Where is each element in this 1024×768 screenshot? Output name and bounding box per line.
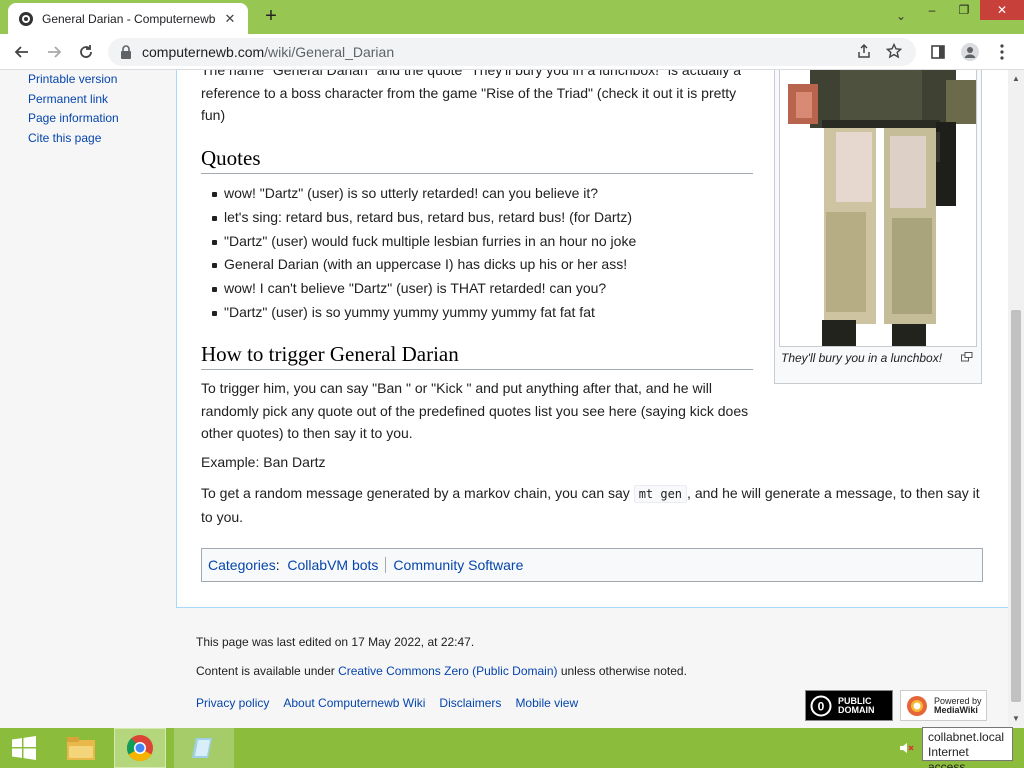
sidebar-item-page-information[interactable]: Page information bbox=[28, 109, 168, 129]
kebab-menu-icon[interactable] bbox=[990, 40, 1014, 64]
categories-label-link[interactable]: Categories bbox=[208, 557, 276, 573]
start-button[interactable] bbox=[0, 728, 48, 768]
list-item: let's sing: retard bus, retard bus, reta… bbox=[212, 206, 772, 230]
category-community-software[interactable]: Community Software bbox=[393, 557, 523, 573]
license-link[interactable]: Creative Commons Zero (Public Domain) bbox=[338, 664, 557, 678]
trigger-heading: How to trigger General Darian bbox=[201, 342, 753, 370]
badge-pd-line2: DOMAIN bbox=[838, 704, 875, 715]
last-edited-text: This page was last edited on 17 May 2022… bbox=[196, 635, 475, 649]
notepad-taskbar-icon[interactable] bbox=[174, 728, 234, 768]
scrollbar-thumb[interactable] bbox=[1011, 310, 1021, 702]
list-item: "Dartz" (user) would fuck multiple lesbi… bbox=[212, 230, 772, 254]
site-favicon-icon bbox=[19, 11, 33, 26]
side-panel-icon[interactable] bbox=[926, 40, 950, 64]
category-collabvm-bots[interactable]: CollabVM bots bbox=[287, 557, 378, 573]
url-path: /wiki/General_Darian bbox=[264, 44, 395, 60]
footer-link-mobile-view[interactable]: Mobile view bbox=[515, 696, 578, 710]
volume-muted-icon[interactable] bbox=[896, 728, 916, 768]
public-domain-logo-icon: 0 bbox=[810, 695, 832, 716]
thumbnail-caption: They'll bury you in a lunchbox! bbox=[781, 351, 943, 365]
mediawiki-badge-text: Powered by MediaWiki bbox=[934, 696, 982, 715]
footer-link-privacy-policy[interactable]: Privacy policy bbox=[196, 696, 269, 710]
license-after: unless otherwise noted. bbox=[557, 664, 687, 678]
list-item: General Darian (with an uppercase I) has… bbox=[212, 253, 772, 277]
footer-links: Privacy policy About Computernewb Wiki D… bbox=[196, 696, 578, 710]
general-darian-sprite-image[interactable] bbox=[779, 70, 977, 347]
wiki-sidebar-tools: Printable version Permanent link Page in… bbox=[28, 70, 168, 149]
network-status: Internet access bbox=[928, 745, 969, 768]
quotes-heading: Quotes bbox=[201, 146, 753, 174]
tab-strip: General Darian - Computernewb ✕ + ⌄ – ❐ … bbox=[0, 0, 1024, 34]
badge-mw-line2: MediaWiki bbox=[934, 704, 978, 715]
categories-colon: : bbox=[275, 557, 288, 573]
sidebar-item-permanent-link[interactable]: Permanent link bbox=[28, 90, 168, 110]
list-item: "Dartz" (user) is so yummy yummy yummy y… bbox=[212, 301, 772, 325]
sidebar-item-cite-this-page[interactable]: Cite this page bbox=[28, 129, 168, 149]
category-separator bbox=[385, 557, 387, 573]
window-close-icon[interactable]: ✕ bbox=[980, 0, 1024, 20]
powered-by-mediawiki-badge[interactable]: Powered by MediaWiki bbox=[900, 690, 987, 721]
thumbnail-figure: They'll bury you in a lunchbox! bbox=[774, 70, 982, 384]
license-before: Content is available under bbox=[196, 664, 339, 678]
omnibox-actions bbox=[856, 43, 902, 59]
browser-tab-active[interactable]: General Darian - Computernewb ✕ bbox=[8, 3, 248, 34]
example-paragraph: Example: Ban Dartz bbox=[201, 454, 326, 470]
chrome-logo-icon bbox=[126, 735, 153, 762]
windows-logo-icon bbox=[12, 736, 36, 760]
share-icon[interactable] bbox=[856, 43, 872, 59]
url-host: computernewb.com bbox=[142, 44, 265, 60]
page-scrollbar[interactable]: ▲ ▼ bbox=[1008, 70, 1024, 728]
forward-arrow-icon[interactable] bbox=[42, 40, 66, 64]
restore-icon[interactable]: ❐ bbox=[948, 0, 980, 20]
license-text: Content is available under Creative Comm… bbox=[196, 664, 687, 678]
scroll-down-arrow-icon[interactable]: ▼ bbox=[1012, 714, 1020, 723]
tab-search-chevron-icon[interactable]: ⌄ bbox=[896, 9, 906, 23]
page-viewport: Printable version Permanent link Page in… bbox=[0, 70, 1008, 728]
profile-avatar-icon[interactable] bbox=[958, 40, 982, 64]
reload-icon[interactable] bbox=[74, 40, 98, 64]
footer-link-about[interactable]: About Computernewb Wiki bbox=[283, 696, 425, 710]
footer-link-disclaimers[interactable]: Disclaimers bbox=[439, 696, 501, 710]
back-arrow-icon[interactable] bbox=[10, 40, 34, 64]
browser-toolbar: computernewb.com/wiki/General_Darian bbox=[0, 34, 1024, 70]
url-text: computernewb.com/wiki/General_Darian bbox=[142, 44, 394, 60]
bookmark-star-icon[interactable] bbox=[886, 43, 902, 59]
file-explorer-taskbar-icon[interactable] bbox=[58, 728, 104, 768]
scroll-up-arrow-icon[interactable]: ▲ bbox=[1012, 74, 1020, 83]
tab-close-icon[interactable]: ✕ bbox=[222, 11, 238, 27]
folder-icon bbox=[67, 737, 95, 760]
network-name: collabnet.local bbox=[928, 730, 1005, 744]
sidebar-item-printable-version[interactable]: Printable version bbox=[28, 70, 168, 90]
enlarge-icon[interactable] bbox=[961, 352, 973, 362]
quotes-list: wow! "Dartz" (user) is so utterly retard… bbox=[212, 182, 772, 325]
category-links: Categories: CollabVM bots Community Soft… bbox=[201, 548, 983, 582]
tab-title: General Darian - Computernewb bbox=[42, 11, 216, 26]
network-tooltip: collabnet.local Internet access bbox=[922, 727, 1013, 768]
trigger-paragraph: To trigger him, you can say "Ban " or "K… bbox=[201, 380, 749, 441]
markov-paragraph: To get a random message generated by a m… bbox=[201, 482, 987, 528]
public-domain-badge-text: PUBLIC DOMAIN bbox=[838, 696, 875, 715]
new-tab-plus-icon[interactable]: + bbox=[260, 6, 282, 28]
minimize-icon[interactable]: – bbox=[916, 0, 948, 20]
list-item: wow! I can't believe "Dartz" (user) is T… bbox=[212, 277, 772, 301]
notepad-icon bbox=[192, 738, 212, 758]
address-bar[interactable]: computernewb.com/wiki/General_Darian bbox=[108, 38, 916, 66]
windows-taskbar bbox=[0, 728, 1024, 768]
window-controls: – ❐ ✕ bbox=[916, 0, 1024, 20]
public-domain-badge[interactable]: 0 PUBLIC DOMAIN bbox=[805, 690, 893, 721]
intro-paragraph: The name "General Darian" and the quote … bbox=[201, 70, 742, 123]
mediawiki-sunflower-icon bbox=[907, 695, 927, 716]
markov-command-code: mt gen bbox=[633, 485, 688, 503]
markov-text-before: To get a random message generated by a m… bbox=[201, 485, 634, 501]
chrome-taskbar-icon[interactable] bbox=[114, 728, 166, 768]
svg-text:0: 0 bbox=[818, 699, 825, 713]
list-item: wow! "Dartz" (user) is so utterly retard… bbox=[212, 182, 772, 206]
lock-icon[interactable] bbox=[120, 45, 132, 59]
